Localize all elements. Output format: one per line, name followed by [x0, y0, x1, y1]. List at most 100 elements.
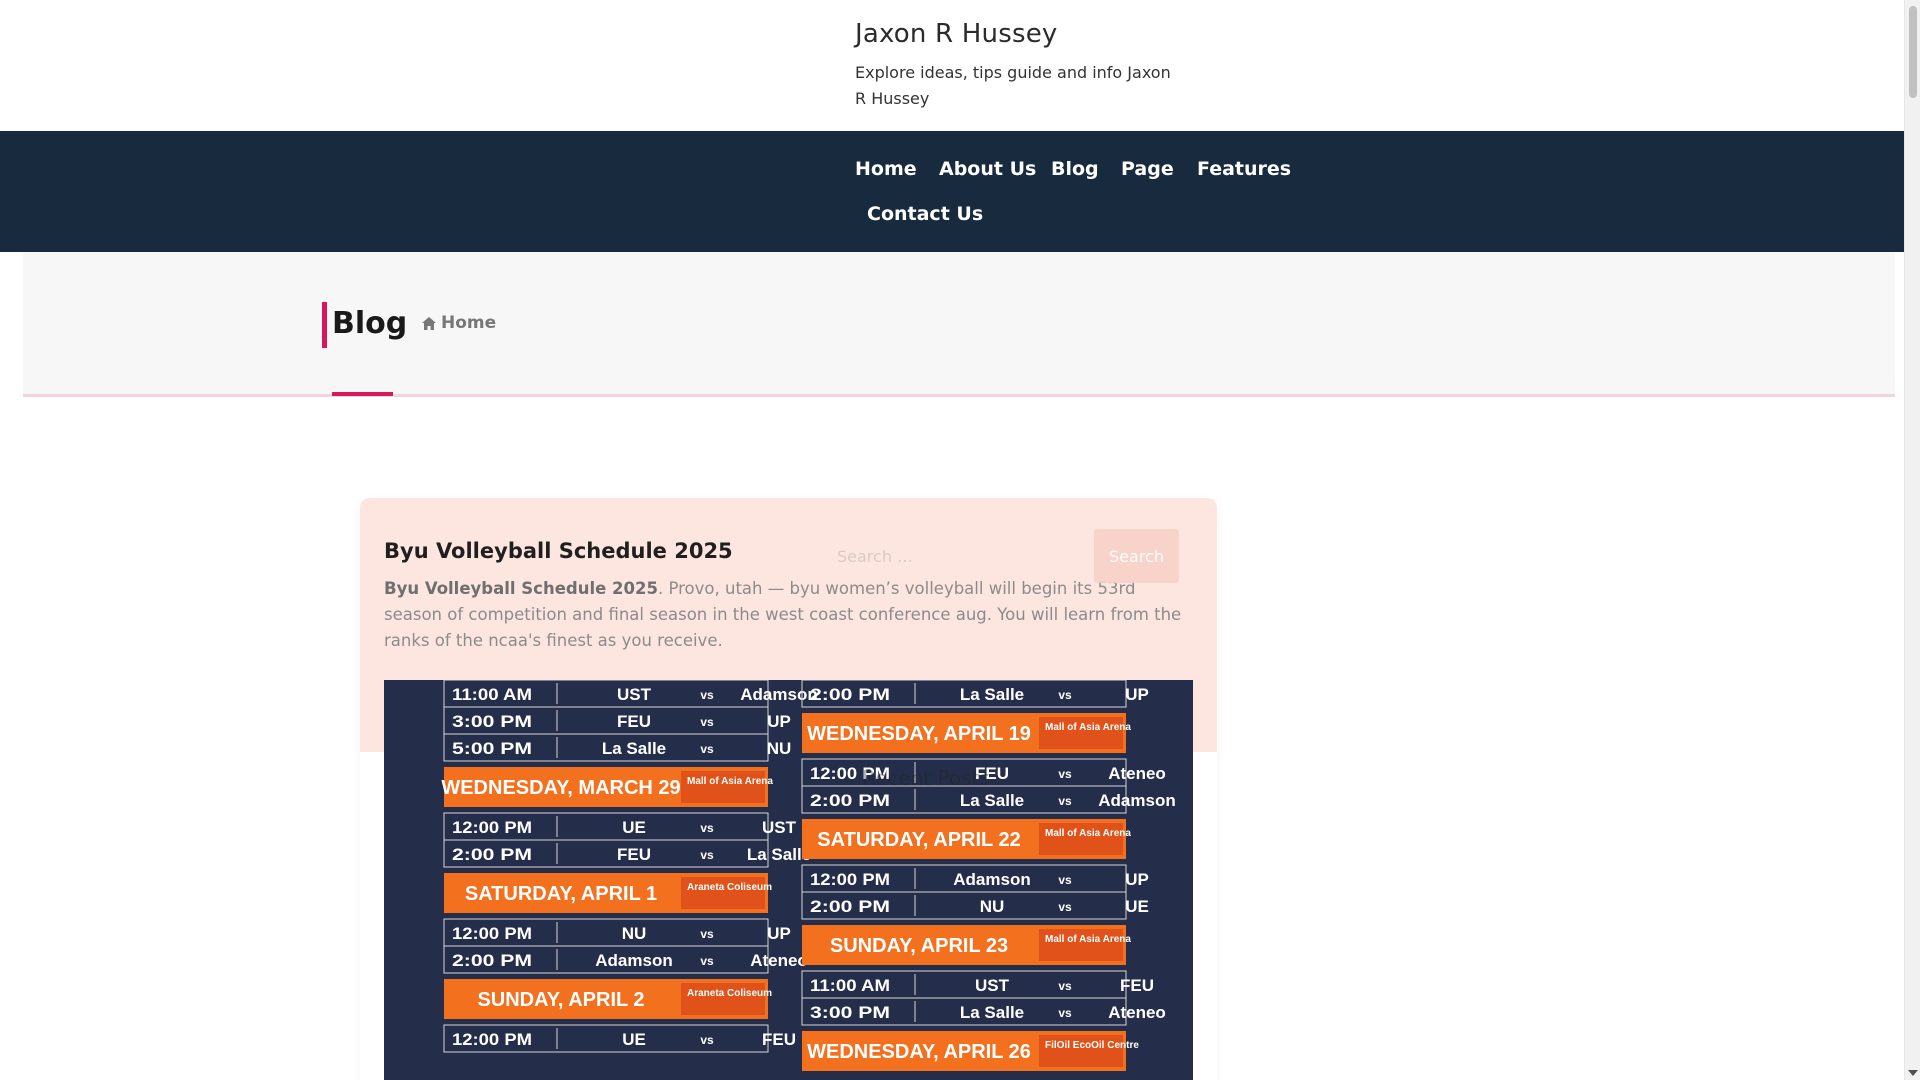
schedule-left-vs-label: vs	[700, 1033, 714, 1047]
schedule-right-vs-label: vs	[1058, 873, 1072, 887]
schedule-right-vs-label: vs	[1058, 979, 1072, 993]
schedule-right-game-time: 11:00 AM	[810, 976, 890, 995]
schedule-right-game-time: 2:00 PM	[810, 685, 890, 704]
breadcrumb[interactable]: Home	[422, 313, 496, 333]
schedule-right-game-time: 2:00 PM	[810, 897, 890, 916]
schedule-right-venue-label: FilOil EcoOil Centre	[1045, 1040, 1139, 1051]
page-banner: Blog Home	[23, 252, 1895, 397]
nav-item-home[interactable]: Home	[855, 158, 917, 180]
schedule-left-home-team: UST	[617, 685, 652, 704]
schedule-left-vs-label: vs	[700, 848, 714, 862]
schedule-right-away-team: UP	[1125, 870, 1149, 889]
schedule-left-vs-label: vs	[700, 688, 714, 702]
post-title[interactable]: Byu Volleyball Schedule 2025	[384, 539, 733, 563]
nav-item-page[interactable]: Page	[1121, 158, 1174, 180]
schedule-left-away-team: Adamson	[740, 685, 817, 704]
schedule-left-vs-label: vs	[700, 927, 714, 941]
schedule-right-home-team: La Salle	[960, 791, 1024, 810]
schedule-right-home-team: La Salle	[960, 685, 1024, 704]
schedule-right-venue-label: Mall of Asia Arena	[1045, 828, 1131, 839]
schedule-left-vs-label: vs	[700, 742, 714, 756]
schedule-left-home-team: UE	[622, 1030, 646, 1049]
schedule-left-venue-label: Araneta Coliseum	[687, 882, 772, 893]
schedule-right-game-time: 12:00 PM	[810, 870, 890, 889]
schedule-right-day-label: SUNDAY, APRIL 23	[830, 935, 1008, 957]
schedule-right-day-label: WEDNESDAY, APRIL 19	[807, 723, 1031, 745]
site-header: Jaxon R Hussey Explore ideas, tips guide…	[0, 0, 1904, 131]
schedule-right-away-team: UE	[1125, 897, 1149, 916]
schedule-left-game-time: 2:00 PM	[452, 951, 532, 970]
site-title[interactable]: Jaxon R Hussey	[855, 19, 1057, 49]
schedule-left-day-label: SATURDAY, APRIL 1	[465, 883, 657, 905]
schedule-right-game-time: 3:00 PM	[810, 1003, 890, 1022]
schedule-left-game-time: 3:00 PM	[452, 712, 532, 731]
home-icon	[422, 316, 436, 330]
schedule-right-away-team: Ateneo	[1108, 764, 1166, 783]
sidebar-widget-title: Recent Posts	[862, 766, 990, 790]
site-tagline: Explore ideas, tips guide and info Jaxon…	[855, 63, 1171, 108]
schedule-left-venue-label: Mall of Asia Arena	[687, 776, 773, 787]
schedule-left-home-team: FEU	[617, 845, 651, 864]
schedule-left-away-team: La Salle	[747, 845, 811, 864]
schedule-right-away-team: FEU	[1120, 976, 1154, 995]
schedule-right-venue-label: Mall of Asia Arena	[1045, 934, 1131, 945]
schedule-left-game-time: 11:00 AM	[452, 685, 532, 704]
schedule-right-home-team: La Salle	[960, 1003, 1024, 1022]
schedule-left-home-team: Adamson	[595, 951, 672, 970]
post-excerpt: Byu Volleyball Schedule 2025. Provo, uta…	[384, 576, 1194, 654]
nav-item-contact-us[interactable]: Contact Us	[867, 203, 983, 225]
schedule-graphic: 11:00 AM UST vs Adamson 3:00 PM FEU vs UP 5:00 P…	[384, 680, 1193, 1080]
schedule-image: 11:00 AM UST vs Adamson 3:00 PM FEU vs UP 5:00 P…	[384, 680, 1193, 1080]
schedule-left-away-team: NU	[767, 739, 792, 758]
schedule-left-game-time: 5:00 PM	[452, 739, 532, 758]
schedule-left-vs-label: vs	[700, 821, 714, 835]
schedule-left-vs-label: vs	[700, 954, 714, 968]
schedule-left-away-team: UST	[762, 818, 797, 837]
schedule-left-home-team: UE	[622, 818, 646, 837]
nav-item-blog[interactable]: Blog	[1051, 158, 1099, 180]
breadcrumb-home-link[interactable]: Home	[441, 313, 496, 333]
schedule-left-venue-label: Araneta Coliseum	[687, 988, 772, 999]
main-navigation: Home About Us Blog Page Features Contact…	[0, 131, 1904, 252]
schedule-left-away-team: UP	[767, 712, 791, 731]
schedule-right-venue-label: Mall of Asia Arena	[1045, 722, 1131, 733]
schedule-right-away-team: Adamson	[1098, 791, 1175, 810]
schedule-left-vs-label: vs	[700, 715, 714, 729]
schedule-left-game-time: 12:00 PM	[452, 1030, 532, 1049]
banner-title-underline	[332, 392, 393, 396]
schedule-left-away-team: FEU	[762, 1030, 796, 1049]
schedule-left-game-time: 12:00 PM	[452, 818, 532, 837]
schedule-left-away-team: Ateneo	[750, 951, 808, 970]
schedule-right-vs-label: vs	[1058, 767, 1072, 781]
schedule-right-away-team: Ateneo	[1108, 1003, 1166, 1022]
page-title: Blog	[332, 306, 408, 341]
post-excerpt-bold: Byu Volleyball Schedule 2025	[384, 579, 658, 598]
schedule-left-home-team: FEU	[617, 712, 651, 731]
schedule-right-day-label: WEDNESDAY, APRIL 26	[807, 1041, 1031, 1063]
schedule-right-home-team: UST	[975, 976, 1010, 995]
schedule-left-game-time: 2:00 PM	[452, 845, 532, 864]
banner-accent-bar	[322, 302, 327, 348]
schedule-right-home-team: Adamson	[953, 870, 1030, 889]
schedule-left-away-team: UP	[767, 924, 791, 943]
nav-item-features[interactable]: Features	[1197, 158, 1291, 180]
search-input[interactable]	[825, 530, 1095, 582]
schedule-left-day-label: WEDNESDAY, MARCH 29	[441, 777, 680, 799]
page-scrollbar[interactable]	[1904, 0, 1920, 1080]
schedule-right-vs-label: vs	[1058, 900, 1072, 914]
schedule-right-vs-label: vs	[1058, 688, 1072, 702]
schedule-right-vs-label: vs	[1058, 1006, 1072, 1020]
scrollbar-thumb[interactable]	[1909, 6, 1917, 98]
schedule-right-home-team: NU	[980, 897, 1005, 916]
schedule-right-day-label: SATURDAY, APRIL 22	[817, 829, 1020, 851]
schedule-left-home-team: NU	[622, 924, 647, 943]
search-button[interactable]: Search	[1094, 529, 1179, 583]
schedule-left-game-time: 12:00 PM	[452, 924, 532, 943]
scroll-down-arrow-icon[interactable]	[1908, 1070, 1918, 1076]
schedule-right-game-time: 2:00 PM	[810, 791, 890, 810]
schedule-right-vs-label: vs	[1058, 794, 1072, 808]
nav-item-about-us[interactable]: About Us	[939, 158, 1036, 180]
schedule-left-day-label: SUNDAY, APRIL 2	[477, 989, 644, 1011]
schedule-right-away-team: UP	[1125, 685, 1149, 704]
schedule-left-home-team: La Salle	[602, 739, 666, 758]
